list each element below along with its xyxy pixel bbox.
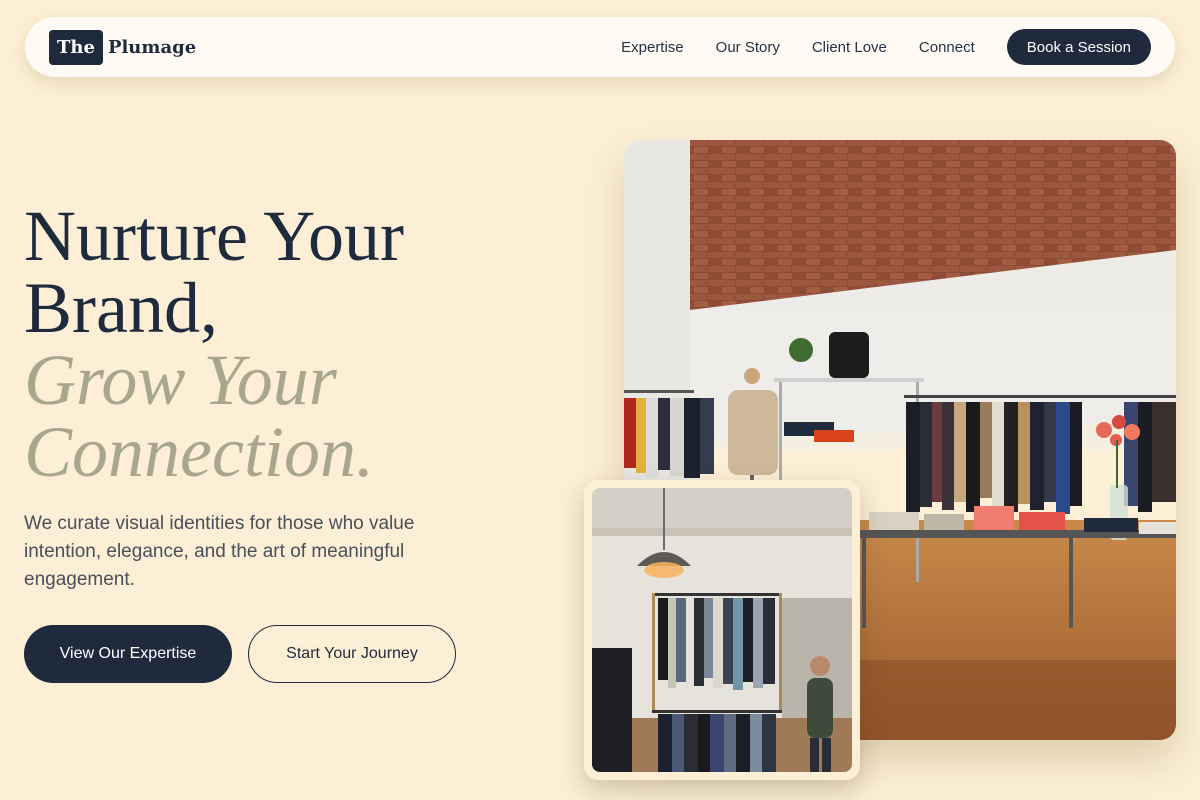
hero-secondary-image-frame — [584, 480, 860, 780]
nav-link-our-story[interactable]: Our Story — [716, 39, 780, 56]
hero-title-accent-line: Connection. — [24, 412, 374, 492]
start-journey-button[interactable]: Start Your Journey — [248, 625, 456, 683]
brand-logo[interactable]: The Plumage — [49, 29, 197, 65]
clothing-rack-illustration — [592, 488, 852, 772]
logo-mark: The — [49, 29, 103, 65]
hero-title-line: Brand, — [24, 268, 218, 348]
nav-link-client-love[interactable]: Client Love — [812, 39, 887, 56]
book-session-button[interactable]: Book a Session — [1006, 29, 1151, 65]
hero-title: Nurture Your Brand, Grow Your Connection… — [24, 200, 584, 488]
hero-title-line: Nurture Your — [24, 196, 405, 276]
hero-secondary-image — [592, 488, 852, 772]
hero-title-accent-line: Grow Your — [24, 340, 337, 420]
logo-word: Plumage — [107, 36, 197, 58]
nav-link-connect[interactable]: Connect — [919, 39, 975, 56]
hero-subtitle: We curate visual identities for those wh… — [24, 513, 415, 590]
nav-link-expertise[interactable]: Expertise — [621, 39, 684, 56]
top-nav: The Plumage Expertise Our Story Client L… — [25, 17, 1175, 77]
view-expertise-button[interactable]: View Our Expertise — [24, 625, 232, 683]
nav-links: Expertise Our Story Client Love Connect — [621, 39, 975, 56]
